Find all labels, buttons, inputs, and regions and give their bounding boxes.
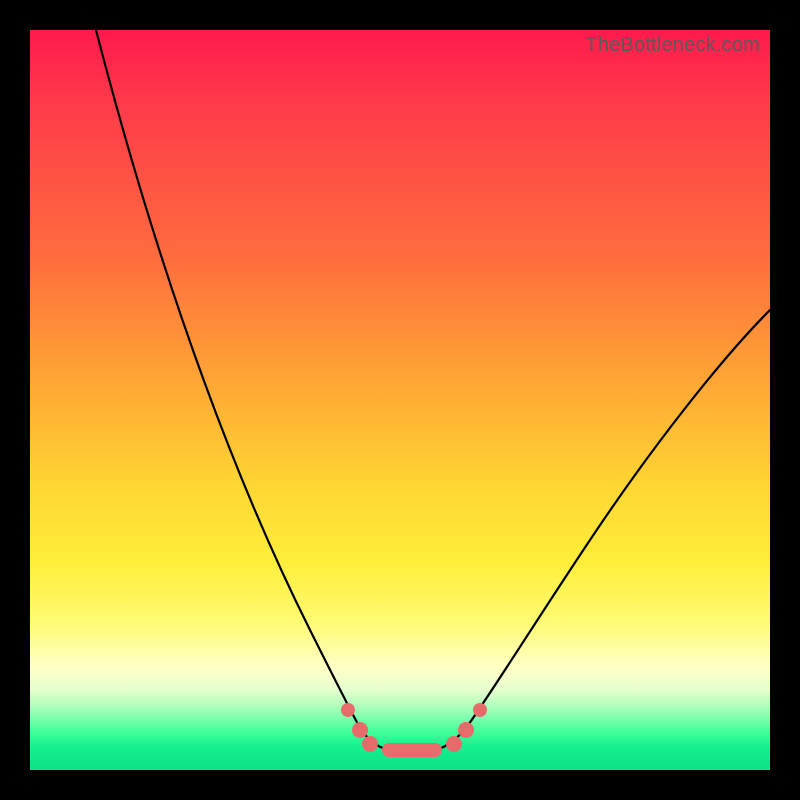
trough-marker	[352, 722, 368, 738]
curve-layer	[30, 30, 770, 770]
curve-left-arm	[96, 30, 390, 750]
trough-marker	[446, 736, 462, 752]
trough-marker	[362, 736, 378, 752]
plot-area: TheBottleneck.com	[30, 30, 770, 770]
trough-marker	[473, 703, 487, 717]
trough-marker-bar	[382, 743, 442, 757]
curve-right-arm	[434, 310, 770, 750]
trough-marker	[341, 703, 355, 717]
chart-frame: TheBottleneck.com	[0, 0, 800, 800]
trough-marker	[458, 722, 474, 738]
